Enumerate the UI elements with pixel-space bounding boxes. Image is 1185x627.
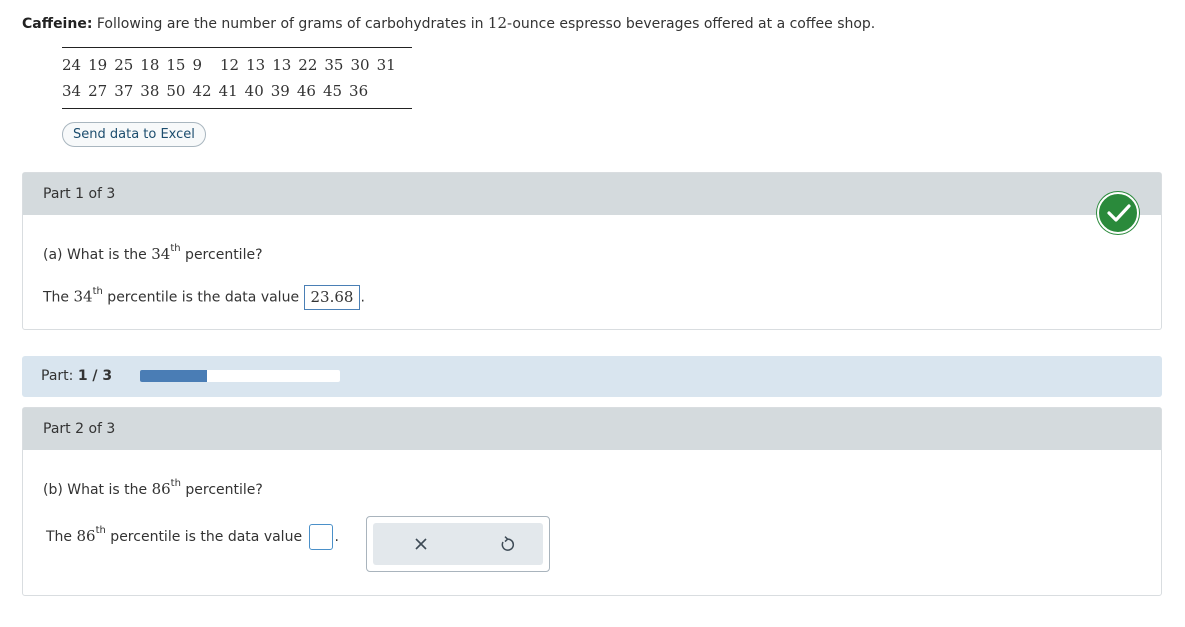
question-prefix: (b) What is the xyxy=(43,482,152,498)
data-row-1: 24 19 25 18 15 9 12 13 13 22 35 30 31 xyxy=(62,52,412,78)
problem-statement: Caffeine: Following are the number of gr… xyxy=(22,14,875,32)
percentile-number: 34 xyxy=(73,287,93,306)
ordinal-suffix: th xyxy=(92,285,103,297)
tool-button-bar xyxy=(373,523,543,565)
data-cell: 40 xyxy=(244,82,264,100)
data-cell: 18 xyxy=(140,56,160,74)
data-cell: 36 xyxy=(349,82,369,100)
part-2-answer: The 86th percentile is the data value . xyxy=(46,524,339,550)
ordinal-suffix: th xyxy=(170,243,181,255)
answer-period: . xyxy=(334,529,339,545)
data-cell: 12 xyxy=(220,56,240,74)
data-cell: 39 xyxy=(270,82,290,100)
percentile-number: 34 xyxy=(151,245,171,263)
problem-number: 12 xyxy=(487,14,508,32)
progress-label: Part: 1 / 3 xyxy=(41,368,112,384)
data-cell: 45 xyxy=(322,82,343,100)
data-cell: 19 xyxy=(88,56,108,74)
question-suffix: percentile? xyxy=(180,482,263,498)
data-table: 24 19 25 18 15 9 12 13 13 22 35 30 31 34 27 37 38 50 42 41… xyxy=(62,47,412,109)
data-cell: 9 xyxy=(192,56,203,74)
progress-count: 1 / 3 xyxy=(77,368,113,384)
answer-prefix: The xyxy=(43,289,74,306)
data-cell: 41 xyxy=(218,82,238,100)
part-1-answer: The 34th percentile is the data value 23… xyxy=(43,285,365,310)
progress-strip: Part: 1 / 3 xyxy=(22,356,1162,397)
data-cell: 42 xyxy=(192,82,212,100)
answer-prefix: The xyxy=(46,529,77,545)
problem-text-1: Following are the number of grams of car… xyxy=(92,16,488,32)
answer-period: . xyxy=(360,289,365,306)
data-cell: 34 xyxy=(62,82,82,100)
answer-value-box: 23.68 xyxy=(303,285,361,310)
part-1-card: Part 1 of 3 (a) What is the 34th percent… xyxy=(22,172,1162,330)
answer-tool-panel xyxy=(366,516,550,572)
data-cell: 15 xyxy=(166,56,186,74)
data-cell: 37 xyxy=(114,82,134,100)
progress-bar-fill xyxy=(140,370,207,382)
data-cell: 30 xyxy=(350,56,370,74)
percentile-number: 86 xyxy=(76,527,96,545)
problem-text-2: -ounce espresso beverages offered at a c… xyxy=(507,16,876,32)
problem-title: Caffeine: xyxy=(22,16,93,32)
question-suffix: percentile? xyxy=(180,247,263,263)
data-cell: 31 xyxy=(376,56,396,74)
data-cell: 25 xyxy=(114,56,134,74)
progress-bar xyxy=(140,370,340,382)
data-cell: 13 xyxy=(246,56,266,74)
part-2-header: Part 2 of 3 xyxy=(23,408,1161,450)
answer-middle: percentile is the data value xyxy=(102,289,304,306)
part-1-question: (a) What is the 34th percentile? xyxy=(43,243,263,263)
percentile-number: 86 xyxy=(151,480,171,498)
clear-x-icon[interactable] xyxy=(410,533,432,555)
data-cell: 13 xyxy=(272,56,292,74)
progress-label-text: Part: xyxy=(41,368,78,384)
correct-checkmark-icon xyxy=(1097,192,1139,234)
data-cell: 24 xyxy=(62,56,82,74)
data-cell: 27 xyxy=(88,82,108,100)
part-2-question: (b) What is the 86th percentile? xyxy=(43,478,263,498)
data-cell: 38 xyxy=(140,82,160,100)
part-2-card: Part 2 of 3 (b) What is the 86th percent… xyxy=(22,407,1162,596)
data-cell: 46 xyxy=(296,82,316,100)
send-to-excel-button[interactable]: Send data to Excel xyxy=(62,122,206,147)
data-cell: 50 xyxy=(166,82,186,100)
data-cell: 22 xyxy=(298,56,318,74)
ordinal-suffix: th xyxy=(95,525,106,537)
data-row-2: 34 27 37 38 50 42 41 40 39 46 45 36 xyxy=(62,78,412,104)
answer-middle: percentile is the data value xyxy=(105,529,307,545)
data-cell: 35 xyxy=(324,56,344,74)
undo-icon[interactable] xyxy=(496,533,518,555)
part-1-header: Part 1 of 3 xyxy=(23,173,1161,215)
question-prefix: (a) What is the xyxy=(43,247,152,263)
answer-input[interactable] xyxy=(308,524,333,550)
ordinal-suffix: th xyxy=(170,478,181,490)
